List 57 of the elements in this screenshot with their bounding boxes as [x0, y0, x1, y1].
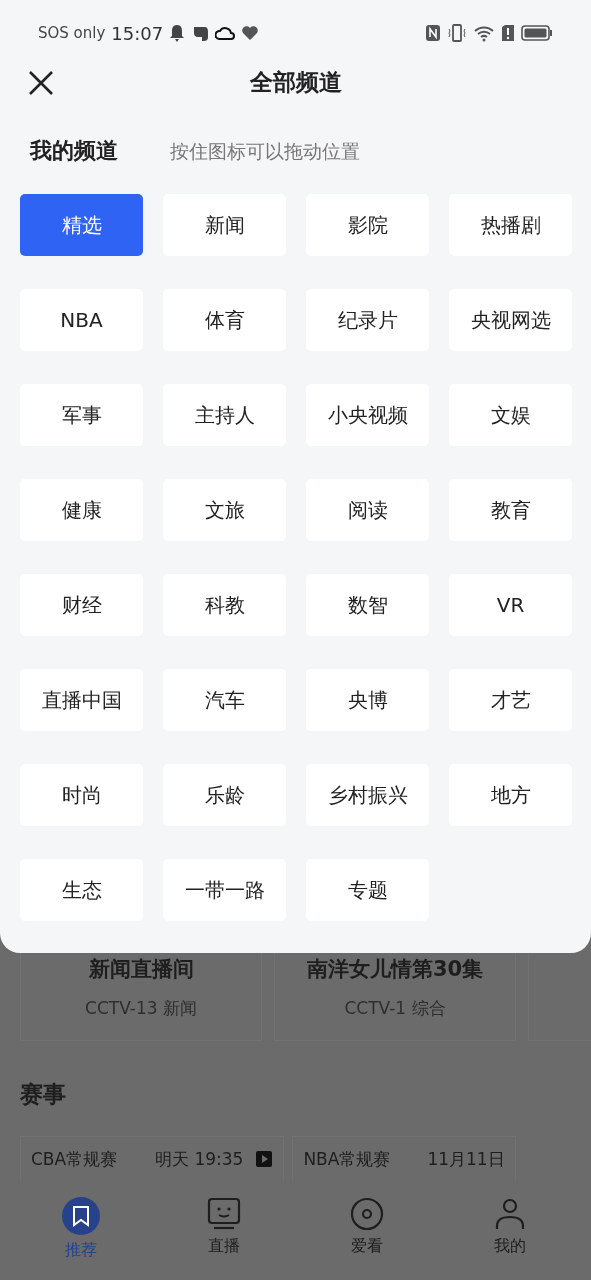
channel-tile[interactable]: 科教	[163, 574, 286, 636]
channel-tile[interactable]: 央博	[306, 669, 429, 731]
carrier-text: SOS only	[38, 24, 106, 42]
channel-tile[interactable]: 健康	[20, 479, 143, 541]
channel-tile[interactable]: 新闻	[163, 194, 286, 256]
channel-tile[interactable]: 乐龄	[163, 764, 286, 826]
card-channel: CCTV-13 新闻	[85, 997, 197, 1020]
channel-tile[interactable]: VR	[449, 574, 572, 636]
channel-tile[interactable]: 时尚	[20, 764, 143, 826]
channel-tile[interactable]: 主持人	[163, 384, 286, 446]
channel-tile[interactable]: 文娱	[449, 384, 572, 446]
channel-tile[interactable]: 专题	[306, 859, 429, 921]
card-title: 新闻直播间	[88, 956, 194, 983]
sim-alert-icon	[501, 24, 515, 42]
event-time: 明天 19:35	[155, 1147, 244, 1171]
channel-tile[interactable]: 阅读	[306, 479, 429, 541]
section-title: 赛事	[20, 1080, 67, 1109]
event-name: CBA常规赛	[31, 1147, 119, 1171]
channel-tile[interactable]: 小央视频	[306, 384, 429, 446]
channel-tile[interactable]: 纪录片	[306, 289, 429, 351]
tv-face-icon	[206, 1196, 243, 1232]
wifi-icon	[473, 24, 495, 42]
card-title: 南洋女儿情第30集	[306, 956, 484, 983]
event-time: 11月11日	[427, 1147, 505, 1171]
channel-tile[interactable]: 乡村振兴	[306, 764, 429, 826]
channel-tile[interactable]: 财经	[20, 574, 143, 636]
heart-icon	[241, 25, 260, 41]
bell-icon	[169, 24, 186, 42]
channel-tile[interactable]: NBA	[20, 289, 143, 351]
channel-tile[interactable]: 央视网选	[449, 289, 572, 351]
card-channel: CCTV-1 综合	[344, 997, 446, 1020]
section-title: 我的频道	[30, 137, 118, 165]
event-name: NBA常规赛	[303, 1147, 392, 1171]
clock: 15:07	[111, 22, 164, 44]
channel-tile[interactable]: 汽车	[163, 669, 286, 731]
channel-tile[interactable]: 数智	[306, 574, 429, 636]
channel-tile[interactable]: 生态	[20, 859, 143, 921]
channel-tile[interactable]: 精选	[20, 194, 143, 256]
channel-tile[interactable]: 教育	[449, 479, 572, 541]
disc-icon	[348, 1196, 385, 1232]
battery-icon	[521, 24, 553, 42]
channel-tile[interactable]: 直播中国	[20, 669, 143, 731]
channel-tile[interactable]: 才艺	[449, 669, 572, 731]
nfc-icon	[425, 24, 441, 42]
channel-tile[interactable]: 影院	[306, 194, 429, 256]
cloud-icon	[215, 25, 236, 41]
channel-tile[interactable]: 地方	[449, 764, 572, 826]
channel-tile[interactable]: 军事	[20, 384, 143, 446]
channel-tile[interactable]: 体育	[163, 289, 286, 351]
channel-tile[interactable]: 文旅	[163, 479, 286, 541]
page-title: 全部频道	[249, 67, 342, 97]
bookmark-icon	[61, 1196, 102, 1236]
drag-hint: 按住图标可以拖动位置	[170, 139, 360, 164]
play-icon	[255, 1150, 274, 1168]
channel-tile[interactable]: 一带一路	[163, 859, 286, 921]
vibrate-icon	[447, 23, 467, 43]
channel-tile[interactable]: 热播剧	[449, 194, 572, 256]
